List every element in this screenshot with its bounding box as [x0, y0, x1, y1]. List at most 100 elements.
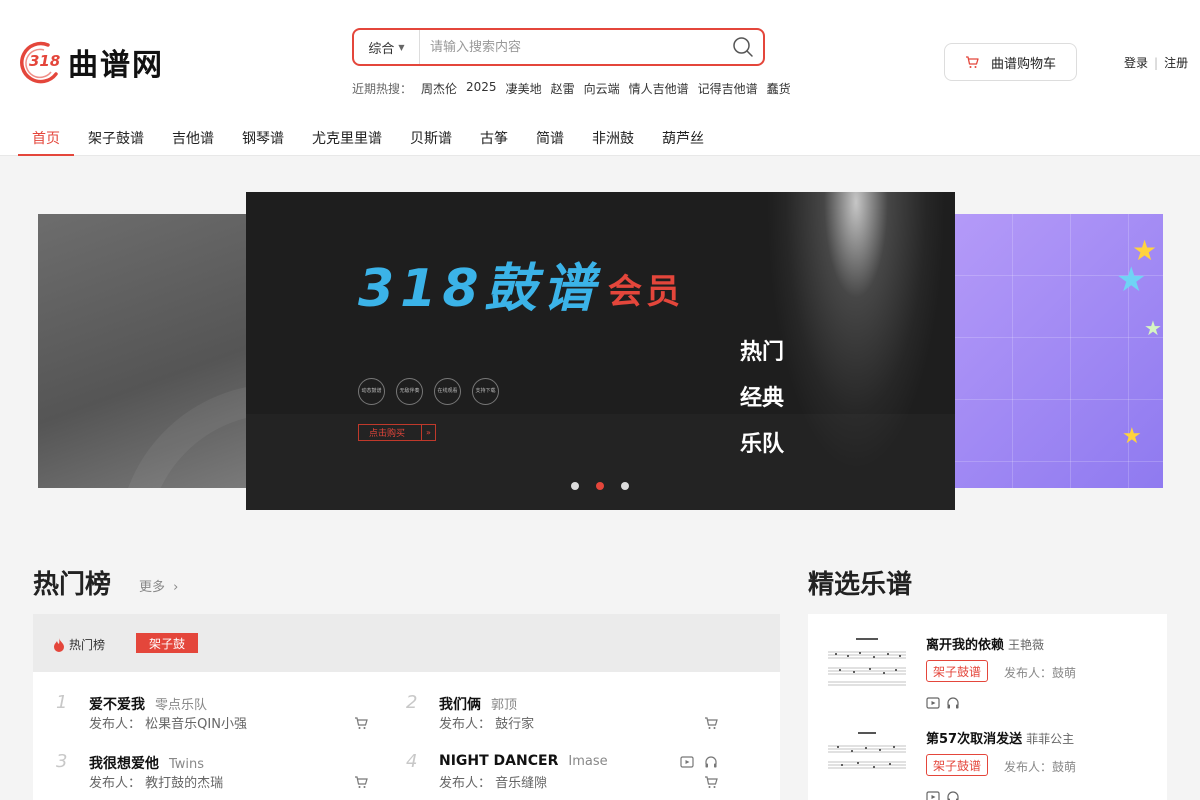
- song-title[interactable]: 我们俩 郭顶: [439, 694, 517, 714]
- publisher-prefix: 发布人：: [1004, 760, 1053, 774]
- carousel-dot[interactable]: [621, 482, 629, 490]
- artist-name: Imase: [568, 754, 608, 769]
- cart-icon[interactable]: [704, 716, 718, 730]
- search-bar: 综合 ▼: [352, 28, 765, 66]
- song-title[interactable]: NIGHT DANCER Imase: [439, 753, 608, 769]
- artist-name: 王艳薇: [1008, 638, 1045, 652]
- hot-search-list: 近期热搜： 周杰伦 2025 凄美地 赵雷 向云端 情人吉他谱 记得吉他谱 蠢货: [352, 80, 791, 97]
- hot-keyword[interactable]: 凄美地: [506, 80, 542, 97]
- song-title[interactable]: 第57次取消发送 菲菲公主: [926, 728, 1074, 747]
- publisher: 发布人：鼓萌: [1004, 664, 1076, 681]
- nav-item-home[interactable]: 首页: [18, 122, 74, 156]
- publisher: 发布人： 鼓行家: [439, 713, 534, 732]
- hot-list-label: 热门榜: [53, 636, 105, 653]
- cart-button[interactable]: 曲谱购物车: [944, 43, 1077, 81]
- nav-item-bass[interactable]: 贝斯谱: [396, 122, 466, 156]
- list-item[interactable]: 4 NIGHT DANCER Imase 发布人： 音乐缝隙: [406, 751, 726, 795]
- spotlight-graphic: [766, 192, 946, 472]
- publisher-prefix: 发布人：: [1004, 666, 1053, 680]
- list-item[interactable]: 2 我们俩 郭顶 发布人： 鼓行家: [406, 692, 726, 736]
- song-name: 我很想爱他: [89, 756, 159, 772]
- hot-keyword[interactable]: 向云端: [584, 80, 620, 97]
- logo-text: 曲谱网: [68, 48, 164, 83]
- banner-slide-next[interactable]: ★ ★ ★ ★: [954, 214, 1163, 488]
- banner-slide-active[interactable]: 318鼓谱 会员 热门 经典 乐队 动态鼓谱 无敌伴奏 在线观看 支持下载 点击…: [246, 192, 955, 510]
- video-icon[interactable]: [680, 755, 694, 769]
- rank-number: 4: [406, 751, 418, 772]
- publisher: 发布人： 教打鼓的杰瑞: [89, 772, 223, 791]
- cart-icon[interactable]: [354, 716, 368, 730]
- publisher-prefix: 发布人：: [89, 776, 142, 791]
- hot-list-panel: 热门榜 架子鼓 1 爱不爱我 零点乐队 发布人： 松果音乐QIN小强 2 我们俩郭…: [33, 614, 780, 800]
- hot-more-link[interactable]: 更多 ›: [139, 576, 178, 595]
- list-item[interactable]: 离开我的依赖 王艳薇 架子鼓谱 发布人：鼓萌: [808, 614, 1167, 710]
- search-button[interactable]: [723, 30, 763, 64]
- list-item[interactable]: 第57次取消发送 菲菲公主 架子鼓谱 发布人：鼓萌: [808, 708, 1167, 800]
- main-nav: 首页 架子鼓谱 吉他谱 钢琴谱 尤克里里谱 贝斯谱 古筝 简谱 非洲鼓 葫芦丝: [18, 122, 718, 156]
- banner-title: 318鼓谱: [358, 259, 601, 319]
- publisher-name: 鼓行家: [495, 717, 535, 732]
- publisher-name: 松果音乐QIN小强: [145, 717, 247, 732]
- category-tag[interactable]: 架子鼓谱: [926, 754, 989, 776]
- search-category-label: 综合: [368, 41, 395, 57]
- hot-keyword[interactable]: 蠢货: [767, 80, 791, 97]
- publisher-name: 鼓萌: [1052, 760, 1077, 774]
- chevron-down-icon: ▼: [398, 42, 405, 52]
- banner-keyword: 经典: [740, 386, 785, 411]
- star-icon: ★: [1116, 260, 1147, 300]
- list-item[interactable]: 1 爱不爱我 零点乐队 发布人： 松果音乐QIN小强: [56, 692, 376, 736]
- nav-item-hulusi[interactable]: 葫芦丝: [648, 122, 718, 156]
- buy-button[interactable]: 点击购买 »: [358, 424, 436, 441]
- flame-icon: [54, 637, 64, 652]
- nav-item-ukulele[interactable]: 尤克里里谱: [298, 122, 396, 156]
- publisher-name: 教打鼓的杰瑞: [145, 776, 224, 791]
- featured-section-title: 精选乐谱: [808, 570, 913, 600]
- song-name: 第57次取消发送: [926, 732, 1023, 747]
- publisher-prefix: 发布人：: [439, 776, 492, 791]
- hot-keyword[interactable]: 情人吉他谱: [629, 80, 689, 97]
- hot-keyword[interactable]: 赵雷: [551, 80, 575, 97]
- site-logo[interactable]: 318 曲谱网: [18, 40, 164, 84]
- feature-badge: 无敌伴奏: [396, 378, 423, 405]
- banner-slide-prev[interactable]: [38, 214, 248, 488]
- cart-icon[interactable]: [354, 775, 368, 789]
- rank-number: 3: [56, 751, 68, 772]
- nav-item-drum[interactable]: 架子鼓谱: [74, 122, 158, 156]
- hot-keyword[interactable]: 记得吉他谱: [698, 80, 758, 97]
- score-thumbnail[interactable]: [826, 634, 908, 690]
- category-tag[interactable]: 架子鼓谱: [926, 660, 989, 682]
- register-link[interactable]: 注册: [1164, 54, 1188, 71]
- artist-name: 菲菲公主: [1026, 732, 1075, 746]
- tab-drum[interactable]: 架子鼓: [136, 633, 198, 653]
- nav-item-djembe[interactable]: 非洲鼓: [578, 122, 648, 156]
- nav-item-piano[interactable]: 钢琴谱: [228, 122, 298, 156]
- cart-icon[interactable]: [704, 775, 718, 789]
- score-thumbnail[interactable]: [826, 728, 908, 784]
- song-title[interactable]: 离开我的依赖 王艳薇: [926, 634, 1044, 653]
- headphones-icon[interactable]: [946, 790, 960, 800]
- more-label: 更多: [139, 580, 166, 595]
- publisher-prefix: 发布人：: [89, 717, 142, 732]
- hot-section-title: 热门榜: [33, 570, 112, 600]
- song-title[interactable]: 爱不爱我 零点乐队: [89, 694, 207, 714]
- buy-button-label: 点击购买: [369, 429, 406, 439]
- song-title[interactable]: 我很想爱他 Twins: [89, 753, 204, 773]
- list-item[interactable]: 3 我很想爱他 Twins 发布人： 教打鼓的杰瑞: [56, 751, 376, 795]
- publisher: 发布人： 松果音乐QIN小强: [89, 713, 247, 732]
- carousel-dot-active[interactable]: [596, 482, 604, 490]
- search-category-select[interactable]: 综合 ▼: [354, 30, 420, 64]
- nav-item-guitar[interactable]: 吉他谱: [158, 122, 228, 156]
- search-input[interactable]: [420, 30, 723, 64]
- headphones-icon[interactable]: [704, 755, 718, 769]
- nav-item-jianpu[interactable]: 简谱: [522, 122, 578, 156]
- song-name: NIGHT DANCER: [439, 753, 559, 769]
- login-link[interactable]: 登录: [1124, 54, 1148, 71]
- hot-keyword[interactable]: 2025: [466, 80, 497, 97]
- video-icon[interactable]: [926, 790, 940, 800]
- nav-item-guzheng[interactable]: 古筝: [466, 122, 522, 156]
- publisher-prefix: 发布人：: [439, 717, 492, 732]
- hot-keyword[interactable]: 周杰伦: [421, 80, 457, 97]
- carousel-dot[interactable]: [571, 482, 579, 490]
- cart-icon: [965, 56, 979, 68]
- auth-links: 登录 | 注册: [1124, 54, 1188, 71]
